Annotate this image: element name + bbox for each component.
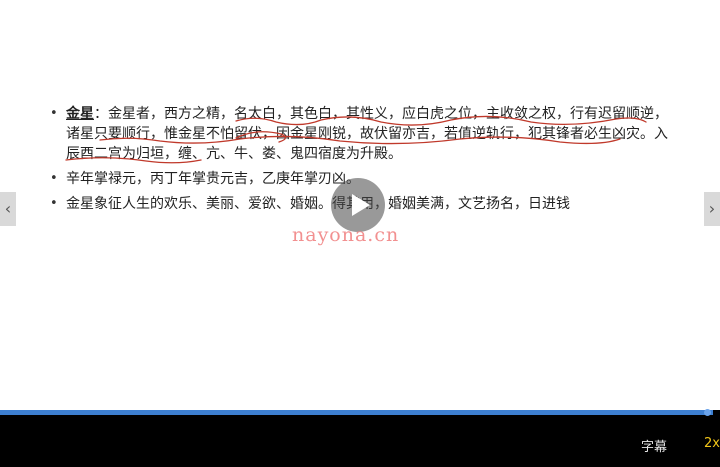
watermark: nayona.cn: [292, 224, 400, 246]
bullet-text: 辛年掌禄元，丙丁年掌贵元吉，乙庚年掌刃凶。: [66, 171, 360, 187]
bullet-venus-intro: 金星：金星者，西方之精，名太白，其色白，其性义，应白虎之位，主收敛之权，行有迟留…: [50, 104, 670, 164]
progress-bar[interactable]: [0, 409, 713, 416]
subtitle-button[interactable]: 字幕: [641, 436, 667, 455]
bullet-text: ：金星者，西方之精，名太白，其色白，其性义，应白虎之位，主收敛之权，行有迟留顺逆…: [66, 106, 668, 162]
bullet-term: 金星: [66, 106, 94, 122]
player-controls: 字幕 2x: [0, 409, 720, 467]
chevron-right-icon: ›: [708, 199, 716, 218]
prev-slide-button[interactable]: ‹: [0, 192, 16, 226]
playback-speed-button[interactable]: 2x: [704, 436, 720, 451]
next-slide-button[interactable]: ›: [704, 192, 720, 226]
chevron-left-icon: ‹: [4, 199, 12, 218]
progress-handle[interactable]: [703, 409, 711, 416]
slide-canvas: 金星：金星者，西方之精，名太白，其色白，其性义，应白虎之位，主收敛之权，行有迟留…: [0, 0, 720, 410]
bullet-text: 金星象征人生的欢乐、美丽、爱欲、婚姻。得其用，婚姻美满，文艺扬名，日进钱: [66, 196, 570, 212]
